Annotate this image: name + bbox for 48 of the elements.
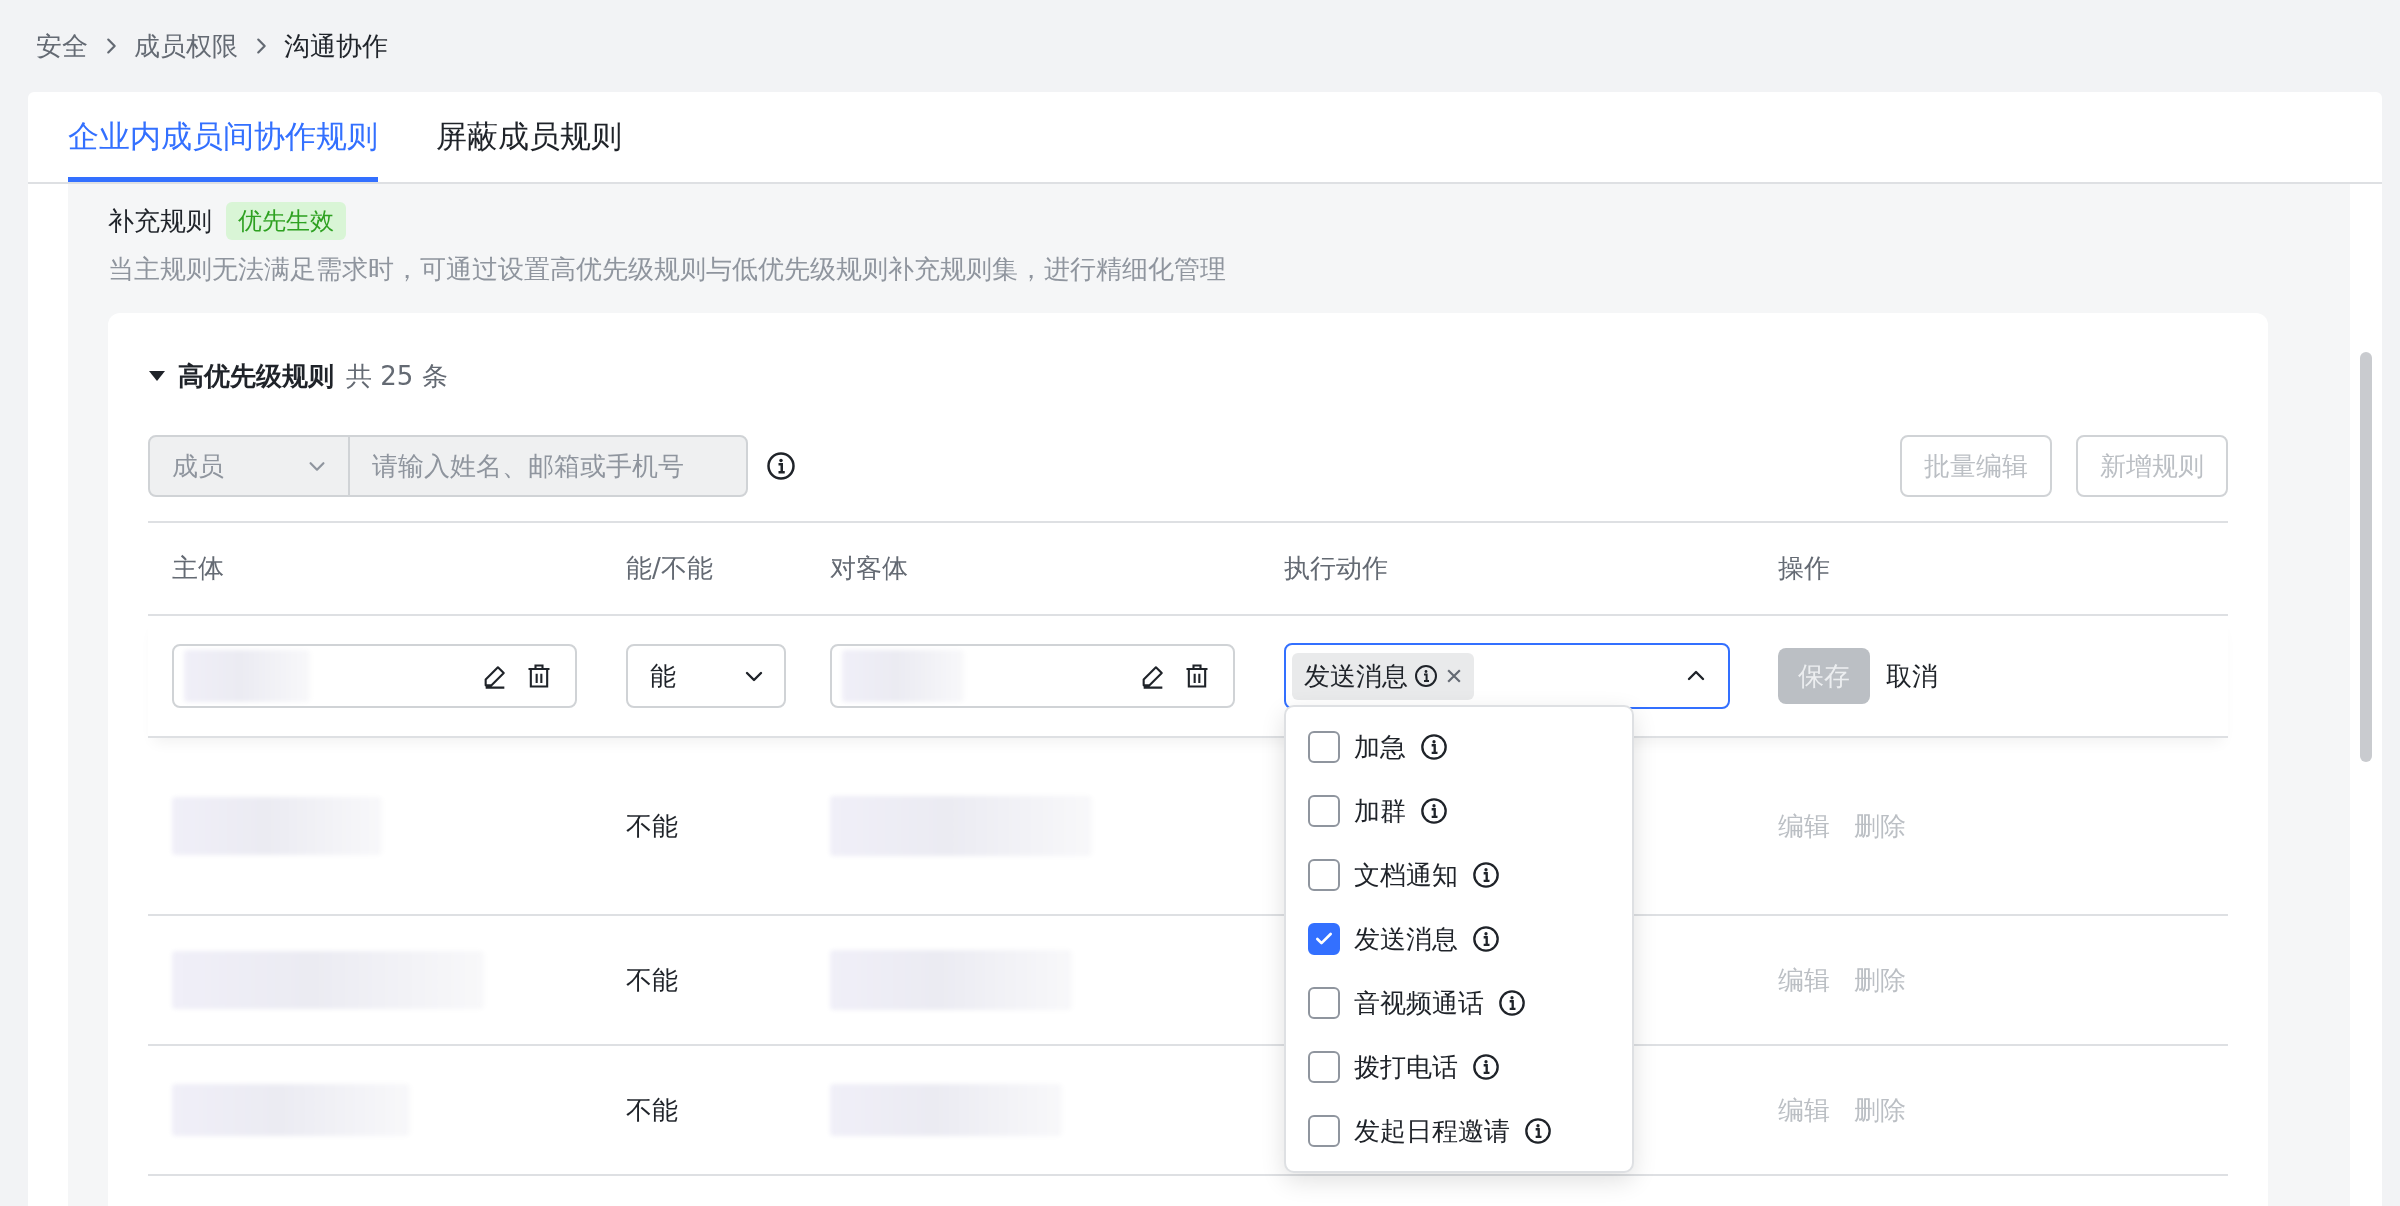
- checkbox[interactable]: [1308, 987, 1340, 1019]
- section-description: 当主规则无法满足需求时，可通过设置高优先级规则与低优先级规则补充规则集，进行精细化管理: [108, 253, 1227, 286]
- info-icon: [766, 451, 796, 481]
- column-header: 能/不能: [625, 552, 714, 585]
- column-header: 对客体: [829, 552, 909, 585]
- breadcrumb-item[interactable]: 沟通协作: [284, 28, 388, 64]
- info-icon: [1420, 733, 1448, 761]
- group-title: 高优先级规则: [178, 359, 334, 393]
- checkbox[interactable]: [1308, 795, 1340, 827]
- checkbox[interactable]: [1308, 1051, 1340, 1083]
- info-icon: [1524, 1117, 1552, 1145]
- selected-tag: 发送消息: [1292, 652, 1474, 700]
- breadcrumb-item[interactable]: 安全: [36, 28, 88, 64]
- column-header: 操作: [1777, 552, 1831, 585]
- info-icon: [1472, 1053, 1500, 1081]
- info-icon: [1498, 989, 1526, 1017]
- rule-count: 共 25 条: [346, 359, 448, 393]
- checkbox[interactable]: [1308, 923, 1340, 955]
- option-label[interactable]: 音视频通话: [1354, 985, 1484, 1021]
- permission-text: 不能: [626, 1093, 678, 1127]
- option-label[interactable]: 文档通知: [1354, 857, 1458, 893]
- info-icon: [1420, 797, 1448, 825]
- tab[interactable]: 屏蔽成员规则: [436, 92, 622, 182]
- info-icon: [1472, 861, 1500, 889]
- checkbox[interactable]: [1308, 1115, 1340, 1147]
- info-icon: [1472, 925, 1500, 953]
- permission-text: 不能: [626, 963, 678, 997]
- column-header: 主体: [171, 552, 225, 585]
- info-icon: [1414, 664, 1438, 688]
- type-select[interactable]: 成员: [150, 437, 350, 495]
- object-field[interactable]: [830, 644, 1235, 708]
- option-label[interactable]: 发起日程邀请: [1354, 1113, 1510, 1149]
- section-title: 补充规则: [108, 204, 212, 238]
- option-label[interactable]: 加急: [1354, 729, 1406, 765]
- permission-select[interactable]: 能: [626, 644, 786, 708]
- checkbox[interactable]: [1308, 731, 1340, 763]
- checkbox[interactable]: [1308, 859, 1340, 891]
- scrollbar-thumb[interactable]: [2360, 352, 2372, 762]
- option-label[interactable]: 加群: [1354, 793, 1406, 829]
- permission-text: 不能: [626, 809, 678, 843]
- breadcrumb-item[interactable]: 成员权限: [134, 28, 238, 64]
- search-field[interactable]: 成员 请输入姓名、邮箱或手机号: [148, 435, 748, 497]
- option-label[interactable]: 发送消息: [1354, 921, 1458, 957]
- priority-tag: 优先生效: [226, 202, 346, 240]
- column-header: 执行动作: [1283, 552, 1389, 585]
- subject-field[interactable]: [172, 644, 577, 708]
- cancel-link[interactable]: 取消: [1886, 658, 1938, 694]
- option-label[interactable]: 拨打电话: [1354, 1049, 1458, 1085]
